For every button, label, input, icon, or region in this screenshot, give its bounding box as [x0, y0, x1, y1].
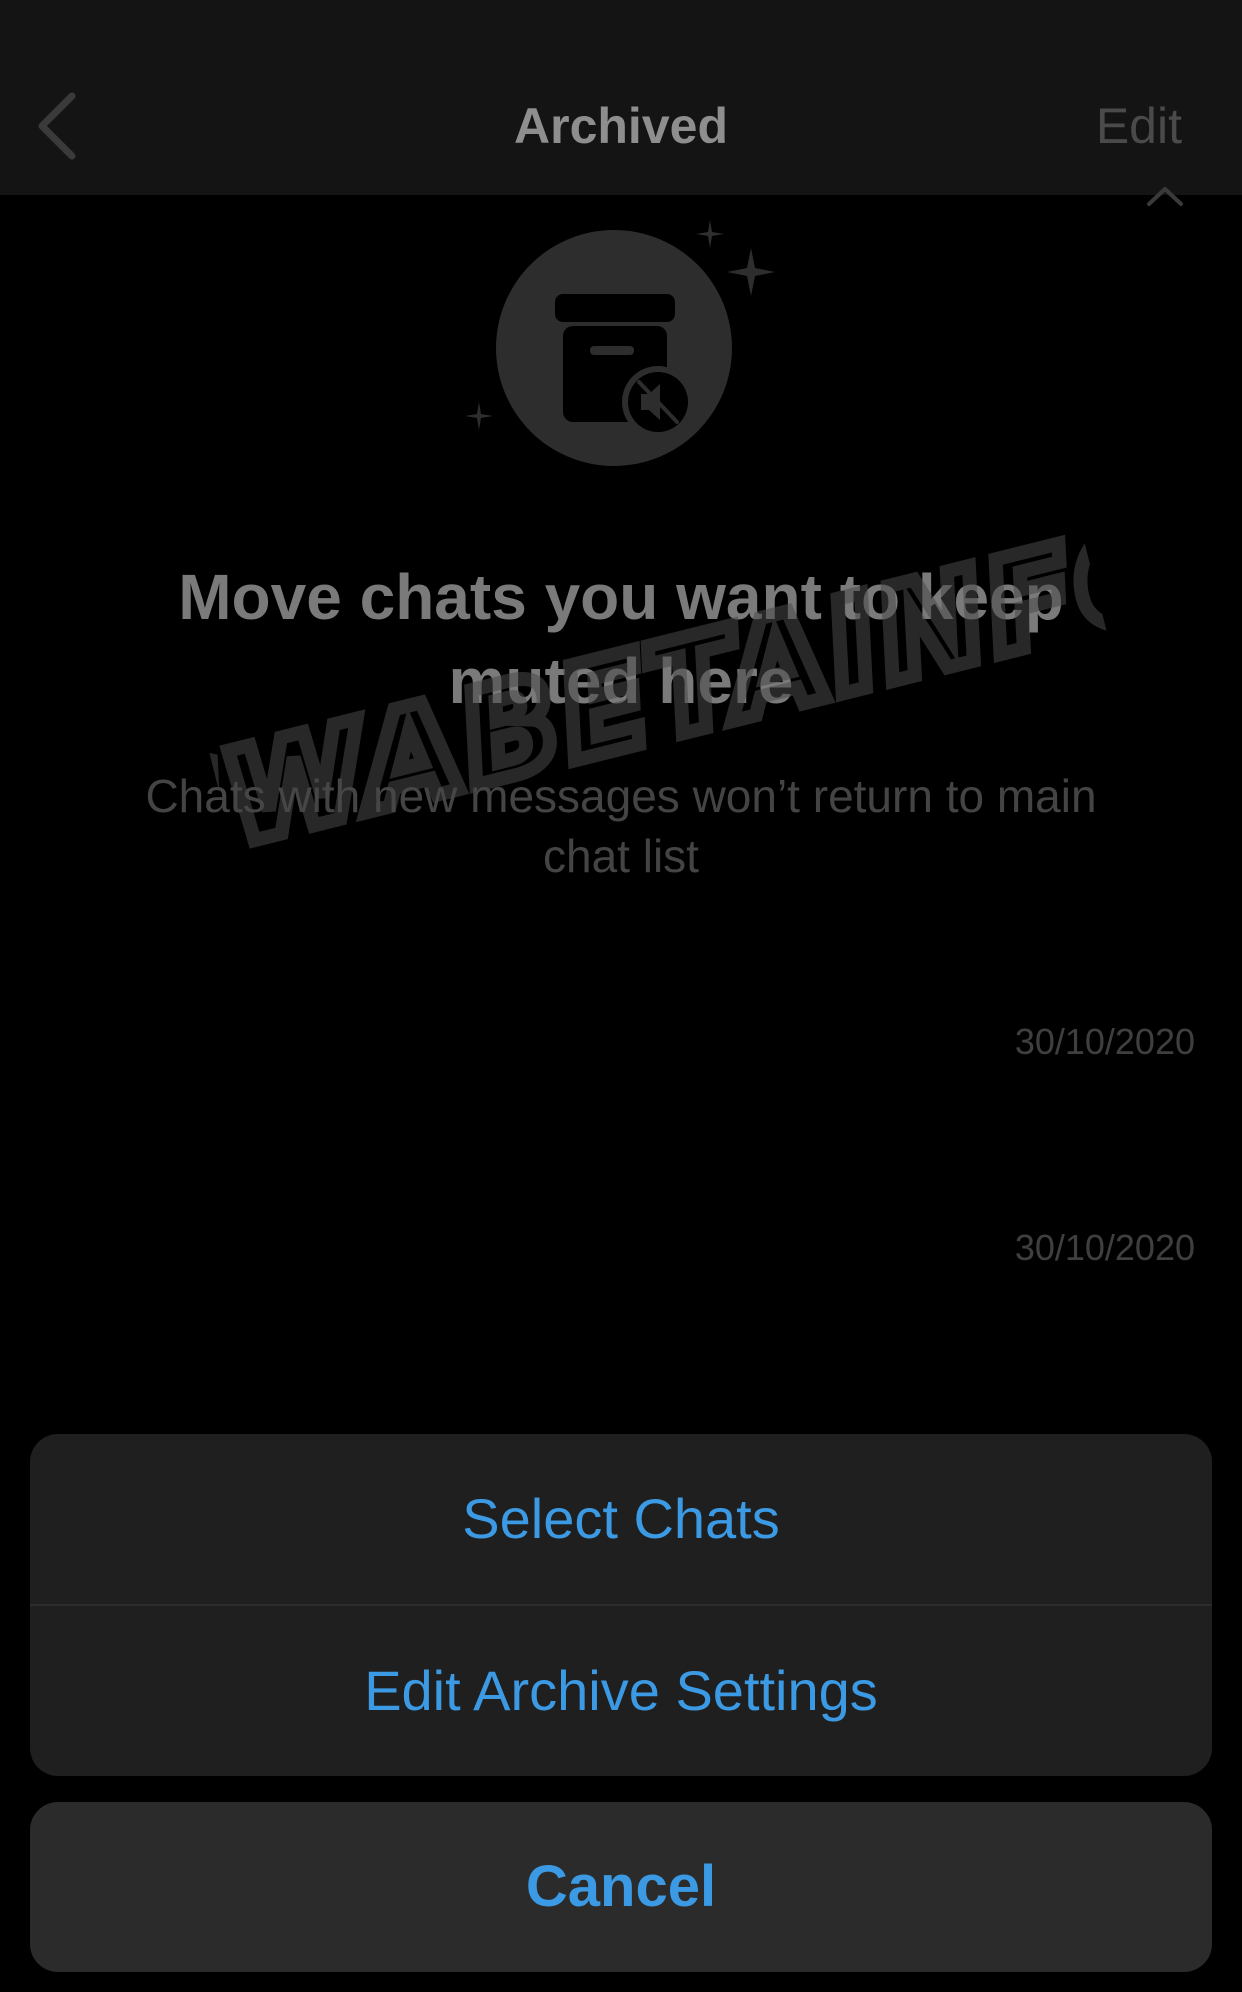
empty-state-subtitle: Chats with new messages won’t return to … — [145, 770, 1097, 882]
chat-date: 30/10/2020 — [1014, 1021, 1195, 1062]
edit-button[interactable]: Edit — [1096, 96, 1182, 156]
action-sheet: Select Chats Edit Archive Settings — [30, 1434, 1212, 1776]
cancel-button[interactable]: Cancel — [30, 1802, 1212, 1972]
chat-date: 30/10/2020 — [1014, 1227, 1195, 1268]
archive-box-muted-icon — [465, 220, 775, 466]
chat-row[interactable]: 30/10/2020 — [0, 1146, 1242, 1346]
select-chats-button[interactable]: Select Chats — [30, 1434, 1212, 1604]
chevron-up-icon[interactable] — [1145, 184, 1185, 208]
edit-archive-settings-button[interactable]: Edit Archive Settings — [30, 1606, 1212, 1776]
chat-row[interactable]: 30/10/2020 — [0, 940, 1242, 1140]
page-title: Archived — [514, 98, 728, 154]
empty-state-title: Move chats you want to keep muted here — [178, 561, 1064, 717]
navigation-bar: Archived Edit — [0, 0, 1242, 195]
